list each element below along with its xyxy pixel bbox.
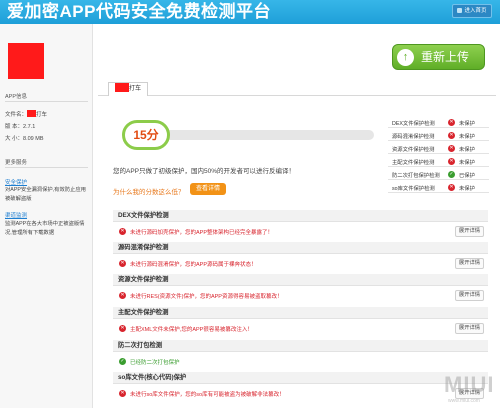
protection-row: so库文件保护检测 ✕ 未保护 bbox=[388, 182, 489, 193]
section-result-row: ✕ 未进行so库文件保护，您的so库有可能被盗为被破解非法篡改！ 展开详情 bbox=[113, 387, 488, 401]
section-message: 未进行so库文件保护，您的so库有可能被盗为被破解非法篡改！ bbox=[130, 392, 285, 398]
section-title: 资源文件保护检测 bbox=[113, 274, 488, 286]
view-details-button[interactable]: 查看详情 bbox=[190, 183, 226, 195]
protection-status: 未保护 bbox=[459, 147, 475, 153]
app-icon bbox=[8, 43, 44, 79]
expand-details-button[interactable]: 展开详情 bbox=[455, 258, 484, 269]
section-title: 源码混淆保护检测 bbox=[113, 242, 488, 254]
channel-monitor-desc: 监测APP在各大市场中正被盗版情况,管理所有下载数据 bbox=[5, 221, 85, 236]
protection-row: 防二次打包保护检测 ✓ 已保护 bbox=[388, 169, 489, 180]
cross-icon: ✕ bbox=[448, 145, 455, 152]
more-services-heading: 更多服务 bbox=[5, 160, 28, 166]
version-row: 版 本：2.7.1 bbox=[5, 124, 36, 130]
cross-icon: ✕ bbox=[119, 228, 126, 235]
section-result-row: ✕ 未进行源码加壳保护，您的APP整体架构已经完全暴露了！ 展开详情 bbox=[113, 225, 488, 239]
section-title: 防二次打包检测 bbox=[113, 340, 488, 352]
protection-row: 资源文件保护检测 ✕ 未保护 bbox=[388, 143, 489, 154]
enter-homepage-label: 进入首页 bbox=[464, 8, 487, 14]
section-result-row: ✕ 未进行RES(资源文件)保护，您的APP资源得容易被盗取篡改！ 展开详情 bbox=[113, 289, 488, 303]
section-message: 未进行源码混淆保护，您的APP源码属于裸奔状态！ bbox=[130, 262, 257, 268]
miui-watermark-url: www.miui.com bbox=[448, 398, 480, 404]
file-name-redacted bbox=[27, 110, 37, 117]
app-info-heading: APP信息 bbox=[5, 94, 28, 100]
size-row: 大 小：8.09 MB bbox=[5, 136, 44, 142]
app-tab-bar: 打车 bbox=[98, 82, 496, 96]
protection-status: 未保护 bbox=[459, 186, 475, 192]
cross-icon: ✕ bbox=[448, 158, 455, 165]
section-result-row: ✕ 主配XML文件未保护,您的APP很容易被篡改注入！ 展开详情 bbox=[113, 322, 488, 336]
expand-details-button[interactable]: 展开详情 bbox=[455, 290, 484, 301]
app-name-redacted bbox=[115, 83, 129, 92]
protection-name: 防二次打包保护检测 bbox=[392, 173, 440, 179]
cross-icon: ✕ bbox=[119, 260, 126, 267]
protection-status: 已保护 bbox=[459, 173, 475, 179]
top-bar: 爱加密APP代码安全免费检测平台 进入首页 bbox=[0, 0, 500, 24]
protection-status: 未保护 bbox=[459, 160, 475, 166]
protection-name: so库文件保护检测 bbox=[392, 186, 435, 192]
security-protect-desc: 对APP安全漏洞保护,有效防止应用被破解盗版 bbox=[5, 187, 86, 202]
section-title: DEX文件保护检测 bbox=[113, 210, 488, 222]
expand-details-button[interactable]: 展开详情 bbox=[455, 226, 484, 237]
protection-name: 资源文件保护检测 bbox=[392, 147, 435, 153]
section-result-row: ✕ 未进行源码混淆保护，您的APP源码属于裸奔状态！ 展开详情 bbox=[113, 257, 488, 271]
upload-arrow-icon: ↑ bbox=[397, 49, 414, 66]
app-tab[interactable]: 打车 bbox=[108, 82, 149, 96]
protection-row: DEX文件保护检测 ✕ 未保护 bbox=[388, 117, 489, 128]
section-message: 主配XML文件未保护,您的APP很容易被篡改注入！ bbox=[130, 327, 253, 333]
section-message: 未进行源码加壳保护，您的APP整体架构已经完全暴露了！ bbox=[130, 230, 274, 236]
section-message: 未进行RES(资源文件)保护，您的APP资源得容易被盗取篡改！ bbox=[130, 294, 283, 300]
cross-icon: ✕ bbox=[119, 390, 126, 397]
sidebar: APP信息 文件名： 打车 版 本：2.7.1 大 小：8.09 MB 更多服务 … bbox=[0, 24, 93, 408]
miui-watermark: MIUI bbox=[444, 372, 495, 397]
file-name-label: 文件名 bbox=[5, 112, 22, 118]
channel-monitor-link[interactable]: 渠道监测 bbox=[5, 211, 27, 219]
why-low-score-question: 为什么我的分数这么低？ bbox=[113, 189, 185, 196]
detection-section: 防二次打包检测 ✓ 已经防二次打包保护 bbox=[113, 340, 488, 374]
divider bbox=[5, 167, 88, 168]
security-protect-link[interactable]: 安全保护 bbox=[5, 178, 27, 186]
detection-section: so库文件(核心代码)保护 ✕ 未进行so库文件保护，您的so库有可能被盗为被破解非… bbox=[113, 372, 488, 406]
protection-row: 主配文件保护检测 ✕ 未保护 bbox=[388, 156, 489, 167]
section-message: 已经防二次打包保护 bbox=[130, 360, 180, 366]
cross-icon: ✕ bbox=[119, 325, 126, 332]
cross-icon: ✕ bbox=[119, 292, 126, 299]
cross-icon: ✕ bbox=[448, 132, 455, 139]
cross-icon: ✕ bbox=[448, 119, 455, 126]
section-title: 主配文件保护检测 bbox=[113, 307, 488, 319]
app-tab-label: 打车 bbox=[129, 86, 142, 92]
section-title: so库文件(核心代码)保护 bbox=[113, 372, 488, 384]
enter-homepage-button[interactable]: 进入首页 bbox=[452, 4, 492, 18]
reupload-label: 重新上传 bbox=[421, 50, 470, 64]
site-title: 爱加密APP代码安全免费检测平台 bbox=[7, 2, 271, 21]
home-icon bbox=[457, 8, 463, 13]
file-name-suffix: 打车 bbox=[36, 112, 48, 118]
reupload-button[interactable]: ↑ 重新上传 bbox=[392, 44, 485, 70]
detection-section: DEX文件保护检测 ✕ 未进行源码加壳保护，您的APP整体架构已经完全暴露了！ 展开详… bbox=[113, 210, 488, 244]
expand-details-button[interactable]: 展开详情 bbox=[455, 323, 484, 334]
protection-name: 源码混淆保护检测 bbox=[392, 134, 435, 140]
detection-section: 源码混淆保护检测 ✕ 未进行源码混淆保护，您的APP源码属于裸奔状态！ 展开详情 bbox=[113, 242, 488, 276]
cross-icon: ✕ bbox=[448, 184, 455, 191]
file-name-row: 文件名： 打车 bbox=[5, 110, 48, 118]
detection-section: 资源文件保护检测 ✕ 未进行RES(资源文件)保护，您的APP资源得容易被盗取篡改！… bbox=[113, 274, 488, 308]
detection-section: 主配文件保护检测 ✕ 主配XML文件未保护,您的APP很容易被篡改注入！ 展开详情 bbox=[113, 307, 488, 341]
section-result-row: ✓ 已经防二次打包保护 bbox=[113, 355, 488, 369]
protection-name: 主配文件保护检测 bbox=[392, 160, 435, 166]
protection-name: DEX文件保护检测 bbox=[392, 121, 435, 127]
protection-status: 未保护 bbox=[459, 121, 475, 127]
check-icon: ✓ bbox=[119, 358, 126, 365]
protection-status: 未保护 bbox=[459, 134, 475, 140]
score-badge: 15分 bbox=[122, 120, 170, 150]
divider bbox=[5, 101, 88, 102]
score-summary: 您的APP只做了初级保护，国内50%的开发者可以进行反编译！ bbox=[113, 168, 296, 175]
protection-row: 源码混淆保护检测 ✕ 未保护 bbox=[388, 130, 489, 141]
check-icon: ✓ bbox=[448, 171, 455, 178]
